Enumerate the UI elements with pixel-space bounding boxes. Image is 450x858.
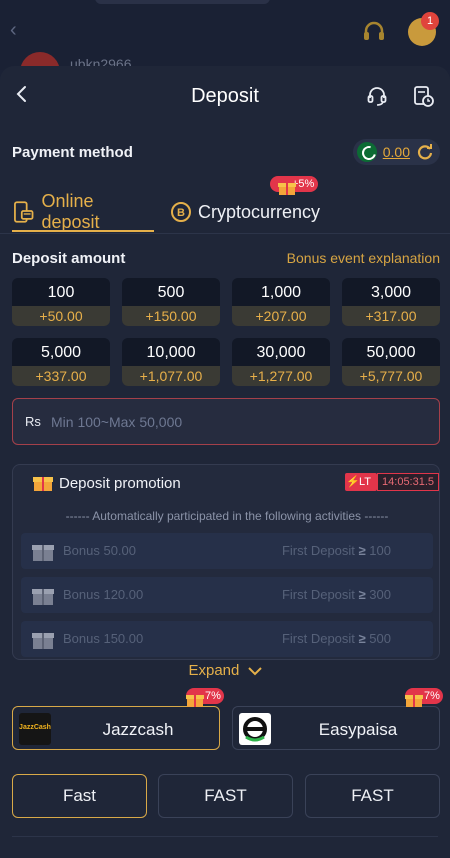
promotion-bonus: Bonus 50.00 [63,543,137,558]
promotion-condition-text: First Deposit [281,587,355,602]
jazzcash-logo-icon: JazzCash [19,713,51,745]
amount-option[interactable]: 3,000 +317.00 [342,278,440,326]
amount-bonus: +1,277.00 [232,366,330,386]
amount-bonus: +1,077.00 [122,366,220,386]
promotion-bonus: Bonus 150.00 [63,631,144,646]
provider-easypaisa[interactable]: Easypaisa [232,706,440,750]
tab-online-deposit[interactable]: Online deposit [12,191,154,232]
amount-value: 100 [47,284,75,301]
promotion-condition-text: First Deposit [281,631,355,646]
deposit-amount-header: Deposit amount Bonus event explanation [12,250,440,270]
amount-option[interactable]: 10,000 +1,077.00 [122,338,220,386]
deposit-sheet: Deposit Payment method 0.00 Online depos… [0,66,450,858]
amount-bonus: +150.00 [122,306,220,326]
gift-icon [32,545,54,561]
bitcoin-icon: B [171,202,191,222]
payment-method-label: Payment method [12,144,133,161]
history-icon[interactable] [411,84,435,108]
promotion-condition: First Deposit ≥ 300 [281,587,391,602]
amount-option[interactable]: 50,000 +5,777.00 [342,338,440,386]
gift-icon [278,183,296,195]
amount-input[interactable] [51,411,421,433]
gift-icon [405,695,423,707]
phone-deposit-icon [14,201,34,223]
promotion-item: Bonus 50.00 First Deposit ≥ 100 [21,533,433,569]
deposit-promotion-panel: Deposit promotion LT 14:05:31.5 ------ A… [12,464,440,660]
amount-value: 1,000 [260,284,302,301]
amount-option[interactable]: 5,000 +337.00 [12,338,110,386]
tab-online-deposit-label: Online deposit [41,191,100,232]
channel-option[interactable]: FAST [158,774,293,818]
drag-handle [95,0,270,4]
tab-cryptocurrency-label: Cryptocurrency [198,201,321,222]
jazzcash-logo-text: JazzCash [19,724,51,731]
provider-name: Jazzcash [102,720,174,739]
countdown-timer: 14:05:31.5 [377,473,439,491]
bottom-divider [12,836,438,837]
amount-option[interactable]: 500 +150.00 [122,278,220,326]
promotion-subtitle: ------ Automatically participated in the… [65,509,389,523]
promotion-condition: First Deposit ≥ 100 [281,543,391,558]
promotion-threshold: 300 [369,587,391,602]
balance-widget[interactable]: 0.00 [352,139,440,165]
amount-option[interactable]: 30,000 +1,277.00 [232,338,330,386]
refresh-icon[interactable] [416,143,434,161]
expand-label: Expand [188,662,240,679]
lt-label: LT [345,473,378,491]
promotion-title: Deposit promotion [59,475,181,492]
promotion-item: Bonus 150.00 First Deposit ≥ 500 [21,621,433,657]
notification-badge: 1 [421,12,439,30]
amount-value: 50,000 [366,344,416,361]
expand-button[interactable]: Expand [0,662,450,686]
amount-bonus: +207.00 [232,306,330,326]
promotion-threshold: 100 [369,543,391,558]
pakistan-flag-icon [356,142,377,162]
gift-icon [186,695,204,707]
deposit-amount-label: Deposit amount [12,250,126,267]
promotion-bonus: Bonus 120.00 [63,587,144,602]
promotion-condition-text: First Deposit [281,543,355,558]
promotion-item: Bonus 120.00 First Deposit ≥ 300 [21,577,433,613]
deposit-header: Deposit [0,66,450,128]
limited-time-badge: LT 14:05:31.5 [345,473,439,491]
amount-value: 3,000 [370,284,412,301]
currency-label: Rs [25,414,41,429]
channel-option[interactable]: FAST [305,774,440,818]
amount-value: 10,000 [146,344,196,361]
balance-value: 0.00 [382,144,410,160]
gift-icon [32,633,54,649]
gift-icon [33,477,53,491]
amount-bonus: +337.00 [12,366,110,386]
amount-option[interactable]: 1,000 +207.00 [232,278,330,326]
tabs-divider [0,233,450,234]
amount-bonus: +50.00 [12,306,110,326]
chevron-down-icon [247,667,262,676]
tab-cryptocurrency[interactable]: B Cryptocurrency [170,194,320,230]
amount-input-wrapper: Rs [12,398,440,445]
amount-bonus: +5,777.00 [342,366,440,386]
gift-icon [32,589,54,605]
background-back-icon: ‹ [10,19,17,41]
amount-value: 5,000 [40,344,82,361]
svg-text:B: B [177,207,185,219]
amount-value: 30,000 [256,344,306,361]
payment-method-row: Payment method 0.00 [12,139,440,166]
amount-value: 500 [157,284,185,301]
amount-bonus: +317.00 [342,306,440,326]
easypaisa-logo-icon [239,713,271,745]
bonus-event-explanation-link[interactable]: Bonus event explanation [287,250,440,266]
channel-option[interactable]: Fast [12,774,147,818]
provider-name: Easypaisa [318,720,398,739]
promotion-condition: First Deposit ≥ 500 [281,631,391,646]
amount-option[interactable]: 100 +50.00 [12,278,110,326]
provider-jazzcash[interactable]: JazzCash Jazzcash [12,706,220,750]
deposit-type-tabs: Online deposit B Cryptocurrency [12,191,440,232]
background-headset-icon [364,21,384,40]
promotion-threshold: 500 [369,631,391,646]
customer-service-icon[interactable] [365,84,389,108]
